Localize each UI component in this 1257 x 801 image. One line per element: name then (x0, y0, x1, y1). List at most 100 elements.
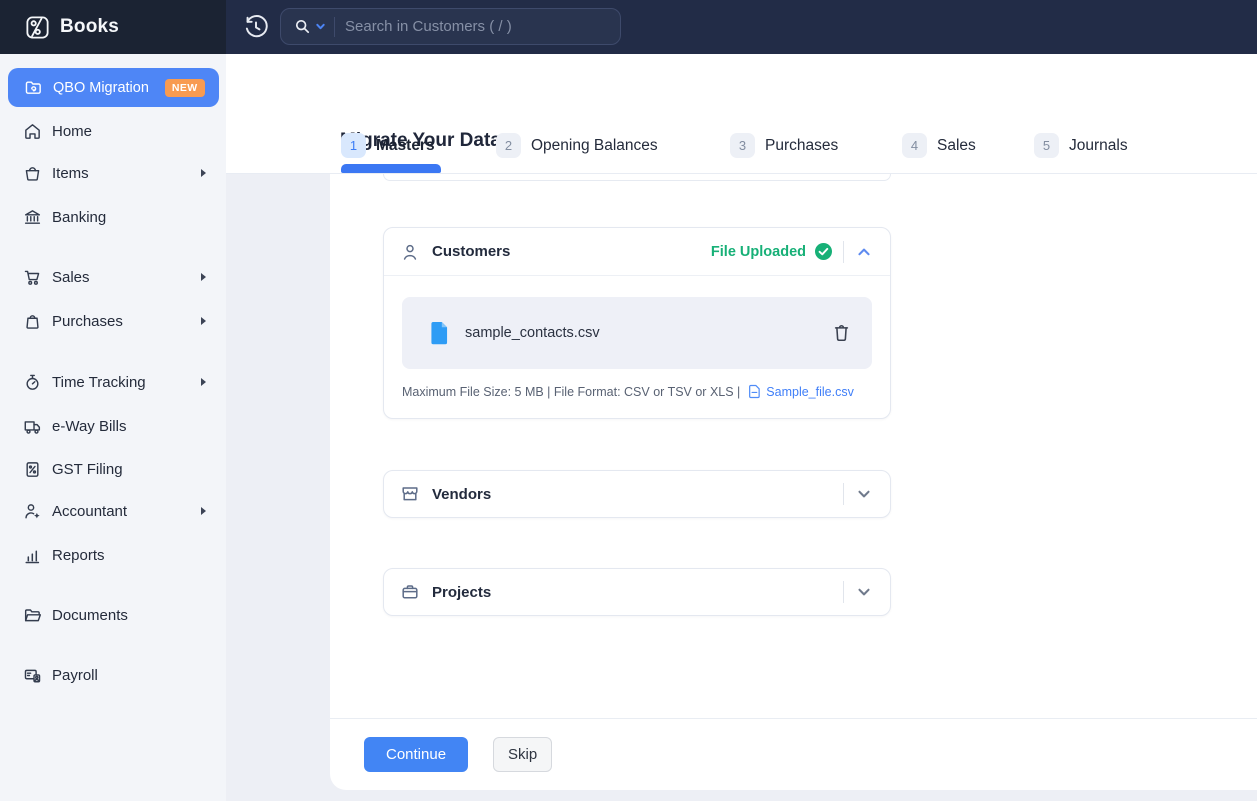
chevron-right-icon (201, 317, 206, 325)
chevron-right-icon (201, 169, 206, 177)
sidebar-item-qbo-migration[interactable]: QBO Migration NEW (8, 68, 219, 107)
page-header: Migrate Your Data 1 Masters 2 Opening Ba… (226, 54, 1257, 174)
continue-button[interactable]: Continue (364, 737, 468, 772)
sample-file-link[interactable]: Sample_file.csv (766, 385, 854, 399)
header-divider (843, 241, 844, 263)
new-badge: NEW (165, 79, 205, 97)
topbar: Books (0, 0, 1257, 54)
sidebar-item-label: Documents (52, 607, 128, 624)
step-number-badge: 5 (1034, 133, 1059, 158)
sample-file-icon (748, 384, 761, 399)
app-window: Books (0, 0, 1257, 801)
tab-sales[interactable]: 4 Sales (902, 133, 976, 158)
global-search[interactable] (280, 8, 621, 45)
truck-icon (23, 417, 42, 436)
check-circle-icon (814, 242, 833, 261)
upload-status: File Uploaded (711, 244, 806, 260)
search-input[interactable] (345, 18, 620, 35)
skip-button[interactable]: Skip (493, 737, 552, 772)
sidebar-item-time-tracking[interactable]: Time Tracking (0, 362, 226, 402)
search-divider (334, 17, 335, 37)
sidebar-item-label: QBO Migration (53, 80, 149, 96)
sidebar-item-gst-filing[interactable]: GST Filing (0, 449, 226, 489)
step-number-badge: 1 (341, 133, 366, 158)
storefront-icon (400, 484, 420, 504)
sidebar-item-label: GST Filing (52, 461, 123, 478)
sidebar-item-label: Accountant (52, 503, 127, 520)
search-scope-chevron-down-icon[interactable] (315, 21, 326, 32)
sidebar: QBO Migration NEW Home Items (0, 54, 226, 801)
sidebar-item-label: Payroll (52, 667, 98, 684)
scrolled-card-edge (383, 174, 891, 181)
sidebar-item-label: Time Tracking (52, 374, 146, 391)
accountant-person-icon (23, 502, 42, 521)
customers-section-body: sample_contacts.csv Maximum File Size: 5… (384, 276, 890, 418)
books-logo-icon (24, 14, 51, 41)
cart-icon (23, 268, 42, 287)
sidebar-item-eway-bills[interactable]: e-Way Bills (0, 406, 226, 446)
sidebar-item-accountant[interactable]: Accountant (0, 491, 226, 531)
sidebar-item-label: e-Way Bills (52, 418, 126, 435)
tab-masters[interactable]: 1 Masters (341, 133, 435, 158)
tab-opening-balances[interactable]: 2 Opening Balances (496, 133, 658, 158)
customers-section-header[interactable]: Customers File Uploaded (384, 228, 890, 276)
bar-chart-icon (23, 546, 42, 565)
step-label: Sales (937, 137, 976, 155)
sidebar-item-label: Reports (52, 547, 105, 564)
header-divider (843, 483, 844, 505)
folder-icon (23, 606, 42, 625)
percent-document-icon (23, 460, 42, 479)
wizard-footer: Continue Skip (330, 718, 1257, 790)
bank-icon (23, 208, 42, 227)
sidebar-item-items[interactable]: Items (0, 153, 226, 193)
search-icon[interactable] (293, 17, 312, 36)
tab-purchases[interactable]: 3 Purchases (730, 133, 838, 158)
file-requirements: Maximum File Size: 5 MB | File Format: C… (402, 384, 872, 399)
customers-section: Customers File Uploaded (383, 227, 891, 419)
step-label: Masters (376, 137, 435, 155)
step-label: Opening Balances (531, 137, 658, 155)
section-label: Projects (432, 584, 491, 601)
briefcase-icon (400, 582, 420, 602)
sidebar-item-payroll[interactable]: Payroll (0, 655, 226, 695)
sidebar-item-banking[interactable]: Banking (0, 197, 226, 237)
sidebar-item-label: Banking (52, 209, 106, 226)
step-label: Purchases (765, 137, 838, 155)
tab-journals[interactable]: 5 Journals (1034, 133, 1128, 158)
vendors-section: Vendors (383, 470, 891, 518)
step-label: Journals (1069, 137, 1128, 155)
step-number-badge: 3 (730, 133, 755, 158)
content-panel: Customers File Uploaded (330, 174, 1257, 790)
payroll-card-icon (23, 666, 42, 685)
shopping-bag-icon (23, 312, 42, 331)
sidebar-item-label: Purchases (52, 313, 123, 330)
section-label: Vendors (432, 486, 491, 503)
uploaded-file-row: sample_contacts.csv (402, 297, 872, 369)
sidebar-item-sales[interactable]: Sales (0, 257, 226, 297)
person-icon (400, 242, 420, 262)
chevron-right-icon (201, 507, 206, 515)
sidebar-item-reports[interactable]: Reports (0, 535, 226, 575)
sidebar-item-label: Home (52, 123, 92, 140)
chevron-down-icon[interactable] (854, 484, 874, 504)
step-number-badge: 4 (902, 133, 927, 158)
header-divider (843, 581, 844, 603)
recent-history-icon[interactable] (243, 14, 269, 40)
brand-area: Books (0, 0, 226, 54)
active-tab-underline (341, 164, 441, 173)
sidebar-item-home[interactable]: Home (0, 111, 226, 151)
vendors-section-header[interactable]: Vendors (384, 471, 890, 517)
sidebar-item-label: Items (52, 165, 89, 182)
delete-file-icon[interactable] (831, 322, 852, 344)
sidebar-item-purchases[interactable]: Purchases (0, 301, 226, 341)
chevron-down-icon[interactable] (854, 582, 874, 602)
sidebar-item-documents[interactable]: Documents (0, 595, 226, 635)
csv-file-icon (429, 320, 450, 346)
projects-section-header[interactable]: Projects (384, 569, 890, 615)
brand-name: Books (60, 16, 119, 38)
migration-folder-icon (24, 78, 43, 97)
uploaded-file-name: sample_contacts.csv (465, 325, 600, 341)
main-area: Migrate Your Data 1 Masters 2 Opening Ba… (226, 54, 1257, 801)
sidebar-item-label: Sales (52, 269, 90, 286)
chevron-up-icon[interactable] (854, 242, 874, 262)
